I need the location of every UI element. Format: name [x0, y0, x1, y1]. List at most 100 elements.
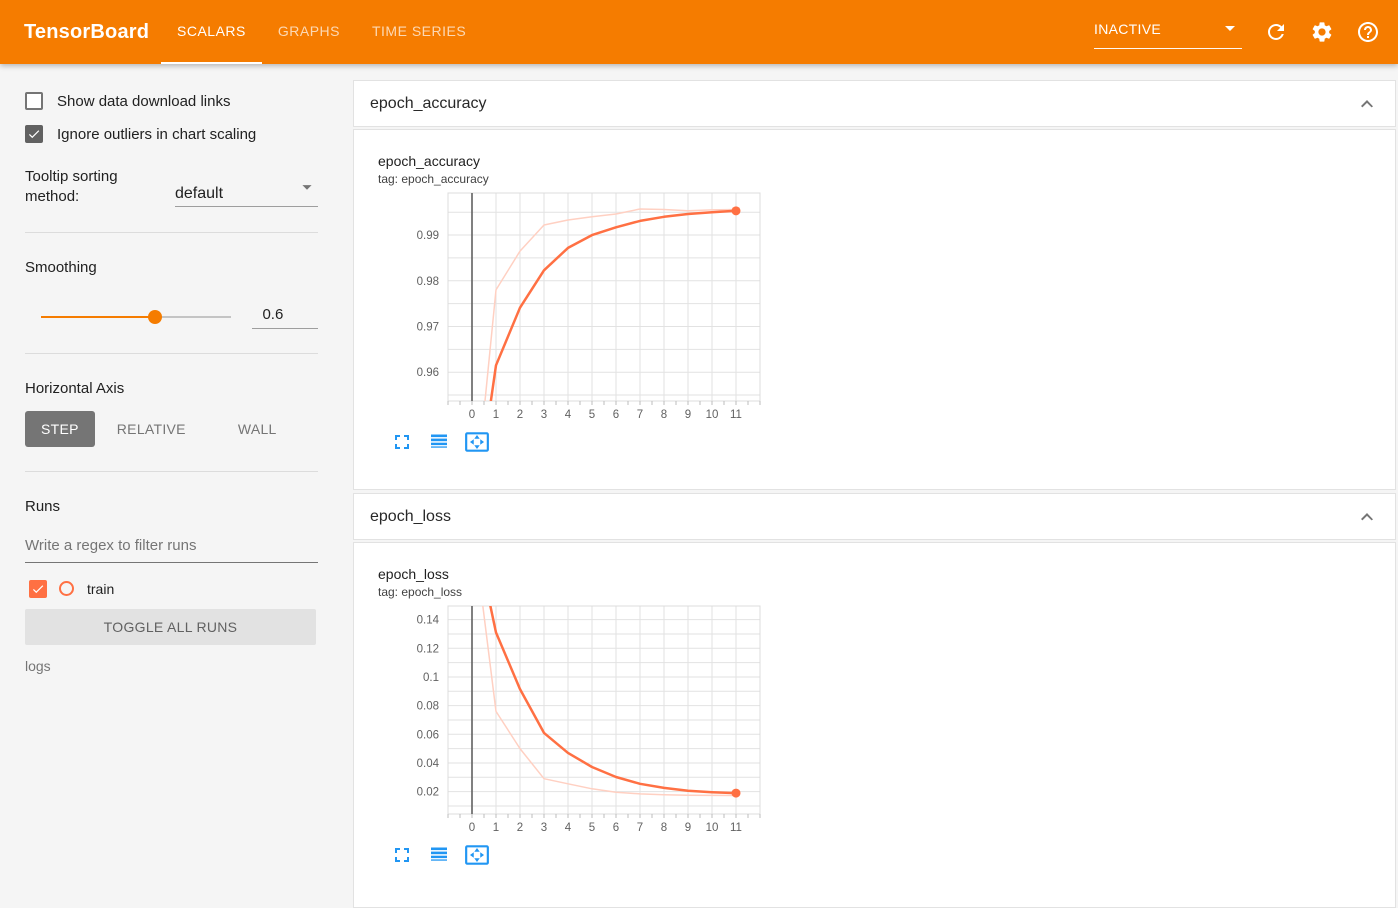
- log-scale-button[interactable]: [427, 843, 451, 867]
- svg-text:4: 4: [565, 822, 572, 834]
- svg-text:3: 3: [541, 822, 547, 834]
- chart-tag: tag: epoch_loss: [378, 585, 463, 599]
- svg-text:0.02: 0.02: [417, 787, 439, 799]
- tab-scalars[interactable]: SCALARS: [161, 0, 262, 64]
- log-scale-button[interactable]: [427, 430, 451, 454]
- smoothing-slider[interactable]: [41, 310, 232, 324]
- collapse-section-button[interactable]: [1355, 505, 1379, 529]
- svg-text:1: 1: [493, 822, 499, 834]
- tooltip-sorting-value: default: [175, 185, 224, 202]
- horizontal-axis-buttons: STEP RELATIVE WALL: [25, 410, 318, 447]
- app-toolbar: TensorBoard SCALARS GRAPHS TIME SERIES I…: [0, 0, 1398, 64]
- svg-text:3: 3: [541, 409, 547, 421]
- collapse-section-button[interactable]: [1355, 92, 1379, 116]
- expand-chart-button[interactable]: [390, 843, 414, 867]
- run-name: train: [87, 580, 115, 597]
- line-chart-epoch-loss[interactable]: 0 1 2 3 4 5 6 7 8 9 10 11 0.02 0.04 0.06 0.08 0.1 0.12 0.1…: [378, 602, 776, 838]
- svg-text:2: 2: [517, 822, 523, 834]
- svg-text:2: 2: [517, 409, 523, 421]
- dashboard-content: epoch_accuracy epoch_accuracy tag: epoch…: [353, 64, 1398, 908]
- scalar-chart-card: epoch_loss tag: epoch_loss 0 1 2 3 4 5 6 7 8 9 10 1…: [378, 566, 788, 868]
- tab-graphs[interactable]: GRAPHS: [262, 0, 356, 64]
- settings-button[interactable]: [1310, 20, 1334, 44]
- refresh-button[interactable]: [1264, 20, 1288, 44]
- fit-domain-button[interactable]: [464, 842, 490, 868]
- svg-text:0: 0: [469, 409, 475, 421]
- isolate-run-toggle[interactable]: [59, 581, 74, 596]
- chart-toolbar: [378, 429, 788, 455]
- checkbox-unchecked-icon[interactable]: [25, 92, 43, 110]
- refresh-icon: [1264, 24, 1288, 48]
- fit-domain-button[interactable]: [464, 429, 490, 455]
- app-title: TensorBoard: [24, 20, 150, 43]
- general-settings-section: Show data download links Ignore outliers…: [25, 92, 318, 233]
- expand-icon: [390, 435, 414, 458]
- slider-thumb[interactable]: [148, 310, 163, 324]
- fit-domain-icon: [464, 432, 490, 459]
- tooltip-sorting-label: Tooltip sorting method:: [25, 168, 118, 206]
- show-download-links-checkbox-row[interactable]: Show data download links: [25, 92, 318, 110]
- svg-text:9: 9: [685, 409, 691, 421]
- svg-text:11: 11: [730, 409, 742, 421]
- svg-text:1: 1: [493, 409, 499, 421]
- svg-text:0.08: 0.08: [417, 701, 439, 713]
- checkbox-label: Ignore outliers in chart scaling: [57, 125, 257, 143]
- axis-wall-button[interactable]: WALL: [222, 411, 293, 447]
- runs-filter-input[interactable]: [25, 536, 318, 563]
- section-title: epoch_loss: [370, 507, 451, 525]
- axis-relative-button[interactable]: RELATIVE: [101, 411, 202, 447]
- svg-text:6: 6: [613, 822, 619, 834]
- ignore-outliers-checkbox-row[interactable]: Ignore outliers in chart scaling: [25, 125, 318, 143]
- svg-text:7: 7: [637, 822, 643, 834]
- chevron-up-icon: [1355, 512, 1379, 533]
- tab-time-series[interactable]: TIME SERIES: [356, 0, 482, 64]
- smoothing-section: Smoothing 0.6: [25, 233, 318, 354]
- svg-text:11: 11: [730, 822, 742, 834]
- reload-status-label: INACTIVE: [1094, 21, 1161, 37]
- svg-text:8: 8: [661, 822, 667, 834]
- section-title: epoch_accuracy: [370, 94, 487, 112]
- svg-text:0.04: 0.04: [417, 758, 440, 770]
- expand-icon: [390, 848, 414, 871]
- svg-text:0.96: 0.96: [417, 367, 439, 379]
- smoothing-slider-row: 0.6: [25, 306, 318, 329]
- log-directory-label: logs: [25, 657, 51, 674]
- smoothing-value-input[interactable]: 0.6: [252, 306, 318, 329]
- chart-title: epoch_accuracy: [378, 153, 480, 169]
- smoothing-label: Smoothing: [25, 258, 97, 276]
- checkbox-checked-icon[interactable]: [25, 125, 43, 143]
- svg-text:5: 5: [589, 822, 595, 834]
- run-row-train: train: [25, 579, 318, 598]
- section-header-epoch-loss[interactable]: epoch_loss: [353, 493, 1396, 540]
- help-button[interactable]: [1356, 20, 1380, 44]
- toggle-all-runs-button[interactable]: TOGGLE ALL RUNS: [25, 608, 316, 645]
- reload-status-select[interactable]: INACTIVE: [1094, 16, 1242, 49]
- svg-text:0: 0: [469, 822, 475, 834]
- tooltip-sorting-dropdown[interactable]: default: [175, 177, 318, 207]
- chart-title: epoch_loss: [378, 566, 449, 582]
- settings-sidebar: Show data download links Ignore outliers…: [0, 64, 353, 908]
- svg-text:5: 5: [589, 409, 595, 421]
- fit-domain-icon: [464, 845, 490, 872]
- section-body-epoch-loss: epoch_loss tag: epoch_loss 0 1 2 3 4 5 6 7 8 9 10 1…: [353, 542, 1396, 908]
- tooltip-sorting-row: Tooltip sorting method: default: [25, 167, 318, 208]
- svg-text:0.97: 0.97: [417, 321, 439, 333]
- log-scale-icon: [427, 434, 451, 458]
- chevron-up-icon: [1355, 99, 1379, 120]
- svg-text:0.99: 0.99: [417, 230, 439, 242]
- axis-step-button[interactable]: STEP: [25, 410, 95, 447]
- svg-text:4: 4: [565, 409, 572, 421]
- scalar-chart-card: epoch_accuracy tag: epoch_accuracy 0 1 2 3 4…: [378, 153, 788, 455]
- svg-text:0.98: 0.98: [417, 276, 439, 288]
- run-checkbox-checked-icon[interactable]: [29, 579, 47, 598]
- line-chart-epoch-accuracy[interactable]: 0 1 2 3 4 5 6 7 8 9 10 11 0.96 0.97 0.98 0.99: [378, 189, 776, 425]
- runs-section: Runs train TOGGLE ALL RUNS logs: [25, 472, 318, 698]
- chart-tag: tag: epoch_accuracy: [378, 172, 489, 186]
- svg-text:6: 6: [613, 409, 619, 421]
- section-header-epoch-accuracy[interactable]: epoch_accuracy: [353, 80, 1396, 127]
- expand-chart-button[interactable]: [390, 430, 414, 454]
- section-body-epoch-accuracy: epoch_accuracy tag: epoch_accuracy 0 1 2 3 4…: [353, 129, 1396, 490]
- svg-text:7: 7: [637, 409, 643, 421]
- caret-down-icon: [1218, 16, 1242, 43]
- runs-label: Runs: [25, 497, 61, 515]
